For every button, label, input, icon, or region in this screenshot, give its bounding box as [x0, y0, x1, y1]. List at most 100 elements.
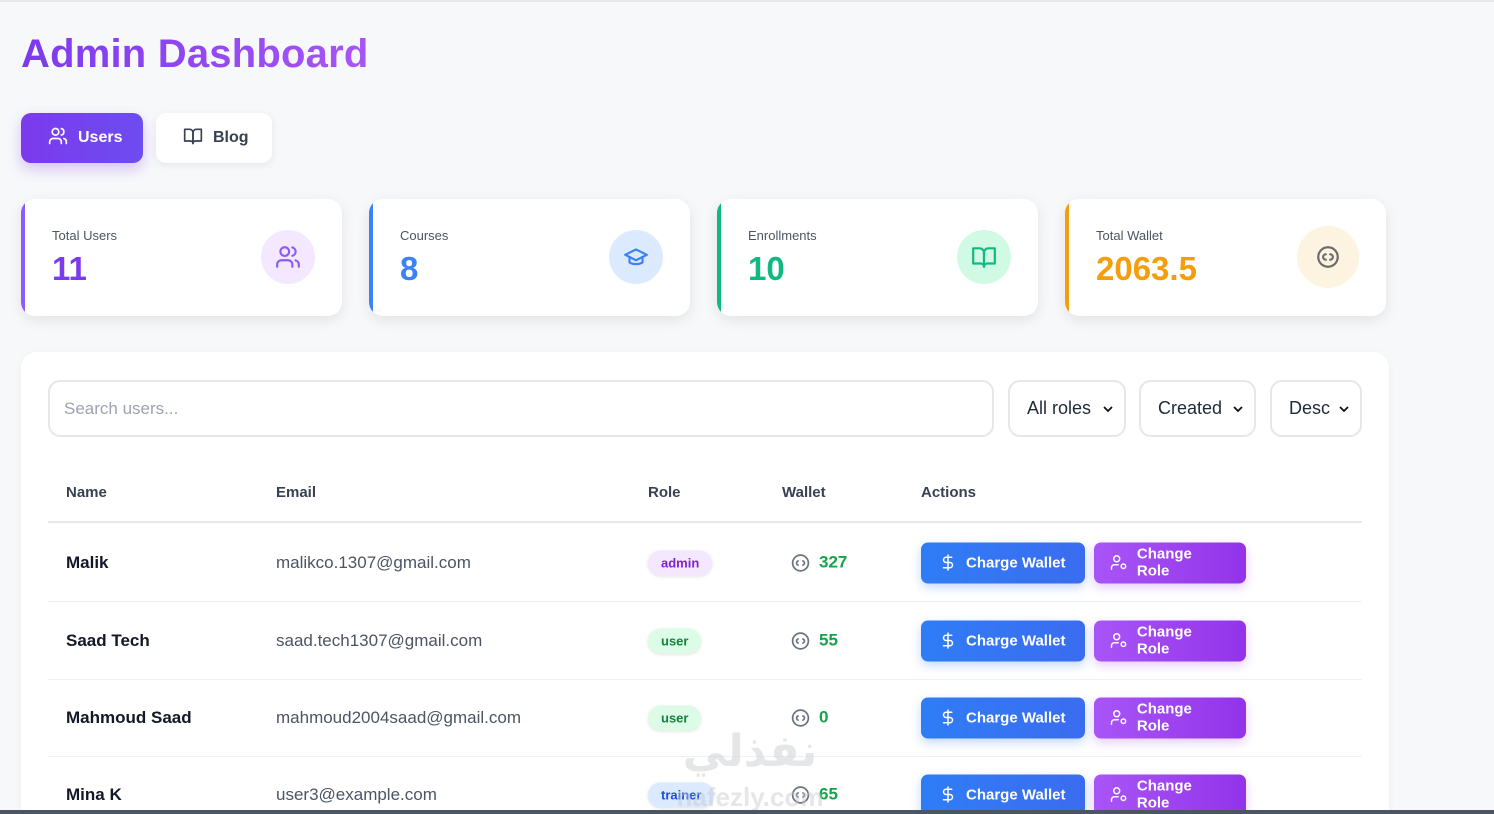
role-badge: admin [648, 550, 713, 575]
stat-card-courses: Courses 8 [369, 199, 690, 316]
stat-card-enrollments: Enrollments 10 [717, 199, 1038, 316]
table-row: Mina K user3@example.com trainer 65 Char… [48, 756, 1362, 814]
user-name: Malik [66, 552, 109, 572]
header-wallet: Wallet [782, 484, 826, 501]
wallet-value: 327 [819, 552, 848, 572]
users-icon [48, 126, 68, 151]
charge-wallet-label: Charge Wallet [966, 632, 1066, 649]
coin-icon [791, 708, 810, 727]
sort-order-value: Desc [1289, 398, 1331, 418]
user-email: saad.tech1307@gmail.com [276, 630, 483, 650]
coin-icon [1297, 226, 1359, 288]
user-name: Mina K [66, 784, 122, 804]
wallet-amount: 65 [790, 784, 838, 805]
role-filter-value: All roles [1027, 398, 1092, 418]
coin-icon [791, 785, 810, 804]
table-row: Malik malikco.1307@gmail.com admin 327 C… [48, 524, 1362, 602]
role-filter-select[interactable]: All roles [1008, 380, 1126, 437]
wallet-amount: 55 [790, 630, 838, 651]
dollar-icon [942, 632, 954, 649]
wallet-value: 65 [819, 784, 838, 804]
user-email: malikco.1307@gmail.com [276, 552, 471, 572]
stat-accent-bar [369, 199, 373, 316]
user-cog-icon [1110, 787, 1127, 802]
wallet-amount: 327 [790, 552, 847, 573]
user-cog-icon [1110, 710, 1127, 725]
tab-blog-label: Blog [213, 129, 249, 146]
stat-accent-bar [717, 199, 721, 316]
stat-label: Total Wallet [1096, 228, 1163, 243]
change-role-label: Change Role [1136, 545, 1192, 580]
stat-accent-bar [21, 199, 25, 316]
tab-users-label: Users [78, 129, 123, 146]
search-input[interactable] [48, 380, 994, 437]
bottom-border [0, 810, 1494, 814]
page-title: Admin Dashboard [21, 32, 369, 76]
wallet-value: 0 [819, 707, 829, 727]
change-role-label: Change Role [1136, 623, 1192, 658]
table-row: Mahmoud Saad mahmoud2004saad@gmail.com u… [48, 679, 1362, 757]
change-role-button[interactable]: Change Role [1094, 620, 1246, 661]
user-name: Saad Tech [66, 630, 150, 650]
tab-blog[interactable]: Blog [156, 113, 272, 163]
stats-row: Total Users 11 Courses 8 Enrollments 10 … [21, 199, 1386, 316]
stat-accent-bar [1065, 199, 1069, 316]
book-icon [183, 126, 203, 151]
user-email: mahmoud2004saad@gmail.com [276, 707, 521, 727]
header-name: Name [66, 484, 107, 501]
users-panel: All roles Created Desc Name Email Role W… [21, 352, 1389, 814]
user-cog-icon [1110, 633, 1127, 648]
change-role-button[interactable]: Change Role [1094, 774, 1246, 814]
coin-icon [791, 553, 810, 572]
stat-label: Courses [400, 228, 449, 243]
graduation-cap-icon [609, 230, 663, 284]
dollar-icon [942, 709, 954, 726]
admin-dashboard-page: Admin Dashboard Users Blog Total Users 1… [0, 0, 1494, 814]
change-role-label: Change Role [1136, 777, 1192, 812]
user-cog-icon [1110, 555, 1127, 570]
change-role-button[interactable]: Change Role [1094, 697, 1246, 738]
book-open-icon [957, 230, 1011, 284]
role-badge: user [648, 628, 702, 653]
user-name: Mahmoud Saad [66, 707, 192, 727]
stat-value: 8 [400, 250, 419, 287]
top-border [0, 0, 1494, 2]
sort-field-value: Created [1158, 398, 1223, 418]
dollar-icon [942, 554, 954, 571]
stat-card-total-wallet: Total Wallet 2063.5 [1065, 199, 1386, 316]
stat-value: 2063.5 [1096, 250, 1197, 287]
role-badge: user [648, 705, 702, 730]
table-row: Saad Tech saad.tech1307@gmail.com user 5… [48, 602, 1362, 680]
stat-card-total-users: Total Users 11 [21, 199, 342, 316]
charge-wallet-label: Charge Wallet [966, 554, 1066, 571]
charge-wallet-button[interactable]: Charge Wallet [921, 542, 1085, 583]
stat-value: 10 [748, 250, 785, 287]
sort-field-select[interactable]: Created [1139, 380, 1256, 437]
charge-wallet-button[interactable]: Charge Wallet [921, 620, 1085, 661]
header-email: Email [276, 484, 317, 501]
stat-value: 11 [52, 250, 87, 287]
role-badge: trainer [648, 782, 715, 807]
header-actions: Actions [921, 484, 977, 501]
change-role-button[interactable]: Change Role [1094, 542, 1246, 583]
charge-wallet-button[interactable]: Charge Wallet [921, 774, 1085, 814]
tab-bar: Users Blog [21, 113, 272, 163]
coin-icon [791, 631, 810, 650]
charge-wallet-button[interactable]: Charge Wallet [921, 697, 1085, 738]
chevron-down-icon [1103, 405, 1113, 412]
wallet-value: 55 [819, 630, 838, 650]
stat-label: Enrollments [748, 228, 817, 243]
sort-order-select[interactable]: Desc [1270, 380, 1362, 437]
chevron-down-icon [1233, 405, 1243, 412]
user-email: user3@example.com [276, 784, 437, 804]
wallet-amount: 0 [790, 707, 828, 728]
tab-users[interactable]: Users [21, 113, 143, 163]
header-role: Role [648, 484, 681, 501]
chevron-down-icon [1339, 405, 1349, 412]
users-icon [261, 230, 315, 284]
table-header: Name Email Role Wallet Actions [48, 484, 1362, 523]
change-role-label: Change Role [1136, 700, 1192, 735]
charge-wallet-label: Charge Wallet [966, 709, 1066, 726]
dollar-icon [942, 786, 954, 803]
stat-label: Total Users [52, 228, 118, 243]
